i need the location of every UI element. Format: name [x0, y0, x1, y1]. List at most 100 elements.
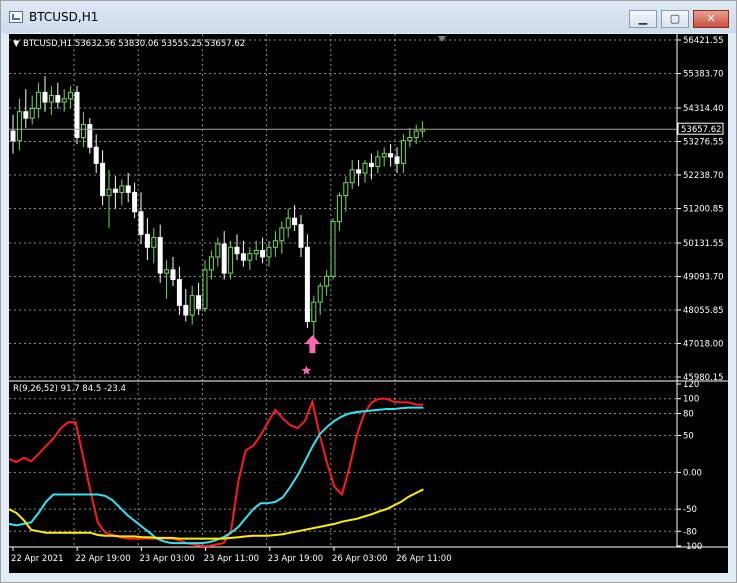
- scroll-marker-icon[interactable]: [438, 36, 446, 42]
- indicator-tick-label: 80: [683, 409, 694, 419]
- indicator-line-fast: [9, 397, 424, 547]
- window-title: BTCUSD,H1: [29, 10, 99, 24]
- time-tick-label: 22 Apr 19:00: [75, 554, 130, 564]
- candle-body: [100, 162, 106, 197]
- candle-body: [202, 269, 208, 310]
- star-icon: [301, 365, 312, 375]
- signal-markers: [301, 335, 321, 375]
- candle-body: [336, 195, 342, 222]
- indicator-tick-label: -80: [683, 527, 697, 537]
- maximize-icon[interactable]: ▢: [661, 10, 689, 28]
- indicator-tick-label: 0.00: [683, 468, 702, 478]
- candle-body: [304, 246, 310, 322]
- candle-body: [234, 246, 240, 255]
- candle-body: [362, 162, 368, 174]
- chart-client-area[interactable]: 56421.55 55383.70 54314.40 53276.55 52238.70…: [9, 34, 728, 573]
- candle-body: [388, 153, 394, 158]
- candle-body: [157, 237, 163, 274]
- candle-body: [176, 279, 182, 306]
- time-tick-label: 26 Apr 11:00: [396, 554, 451, 564]
- candle-body: [106, 188, 112, 197]
- candle-body: [381, 153, 387, 158]
- candle-body: [317, 285, 323, 303]
- candle-body: [10, 130, 16, 142]
- candle-body: [74, 91, 80, 139]
- indicator-axis: 120 100 80 50 0.00 -50 -80 -100: [677, 380, 702, 552]
- candle-body: [221, 243, 227, 274]
- dropdown-triangle-icon[interactable]: ▼: [13, 39, 20, 49]
- candle-body: [356, 169, 362, 174]
- candle-body: [240, 253, 246, 261]
- indicator-tick-label: 120: [683, 380, 699, 390]
- candle-body: [68, 91, 74, 100]
- candle-body: [196, 295, 202, 310]
- close-icon[interactable]: ✕: [693, 10, 729, 28]
- candle-body: [183, 304, 189, 316]
- candle-body: [394, 156, 400, 164]
- time-tick-label: 23 Apr 03:00: [139, 554, 194, 564]
- candle-body: [42, 91, 48, 103]
- candle-body: [16, 111, 22, 142]
- title-bar[interactable]: BTCUSD,H1 ▁ ▢ ✕: [1, 1, 736, 33]
- grid-lines: [9, 34, 728, 548]
- indicator-tick-label: -100: [683, 542, 702, 552]
- time-tick-label: 23 Apr 19:00: [268, 554, 323, 564]
- candle-body: [144, 233, 150, 248]
- candle-body: [349, 169, 355, 184]
- candle-body: [272, 240, 278, 248]
- price-tick-label: 56421.55: [683, 36, 724, 46]
- candlestick-series: [10, 76, 426, 338]
- candle-body: [55, 95, 61, 103]
- price-tick-label: 50131.55: [683, 239, 724, 249]
- candle-body: [93, 146, 99, 164]
- candle-body: [36, 91, 42, 109]
- price-tick-label: 47018.00: [683, 340, 724, 350]
- price-tick-label: 53276.55: [683, 138, 724, 148]
- candle-body: [119, 185, 125, 193]
- candle-body: [138, 211, 144, 235]
- candle-body: [324, 275, 330, 287]
- candle-body: [48, 95, 54, 103]
- chart-canvas[interactable]: 56421.55 55383.70 54314.40 53276.55 52238.70…: [9, 34, 728, 573]
- current-price-label: 53657.62: [681, 125, 722, 135]
- candle-body: [266, 246, 272, 258]
- candle-body: [368, 162, 374, 168]
- candle-body: [375, 156, 381, 168]
- candle-body: [330, 220, 336, 277]
- window-app-icon: [9, 11, 23, 23]
- chart-window: BTCUSD,H1 ▁ ▢ ✕ 56421.55 55383.70 54314.40…: [0, 0, 737, 583]
- candle-body: [311, 301, 317, 322]
- indicator-line-mid: [9, 406, 424, 545]
- price-tick-label: 51200.85: [683, 205, 724, 215]
- price-tick-label: 52238.70: [683, 171, 724, 181]
- indicator-series: [9, 397, 424, 547]
- indicator-line-slow: [9, 488, 424, 540]
- candle-body: [112, 188, 118, 193]
- indicator-tick-label: -50: [683, 505, 697, 515]
- candle-body: [407, 137, 413, 142]
- candle-body: [208, 256, 214, 271]
- candle-body: [228, 246, 234, 274]
- candle-body: [285, 217, 291, 229]
- candle-body: [80, 124, 86, 139]
- candle-body: [151, 237, 157, 248]
- candle-body: [247, 253, 253, 261]
- price-panel-header: BTCUSD,H1 53632.56 53830.06 53555.25 536…: [23, 39, 245, 49]
- candle-body: [29, 107, 35, 119]
- time-tick-label: 22 Apr 2021: [11, 554, 64, 564]
- candle-body: [61, 98, 67, 103]
- candle-body: [164, 269, 170, 274]
- candle-body: [260, 249, 266, 258]
- price-tick-label: 54314.40: [683, 104, 724, 114]
- indicator-tick-label: 100: [683, 395, 699, 405]
- price-tick-label: 49093.70: [683, 273, 724, 283]
- candle-body: [343, 182, 349, 197]
- buy-arrow-icon: [304, 335, 321, 354]
- candle-body: [132, 191, 138, 213]
- candle-body: [413, 130, 419, 139]
- price-axis: 56421.55 55383.70 54314.40 53276.55 52238.70…: [677, 36, 724, 383]
- price-tick-label: 48055.85: [683, 306, 724, 316]
- time-tick-label: 23 Apr 11:00: [204, 554, 259, 564]
- candle-body: [292, 217, 298, 226]
- minimize-icon[interactable]: ▁: [629, 10, 657, 28]
